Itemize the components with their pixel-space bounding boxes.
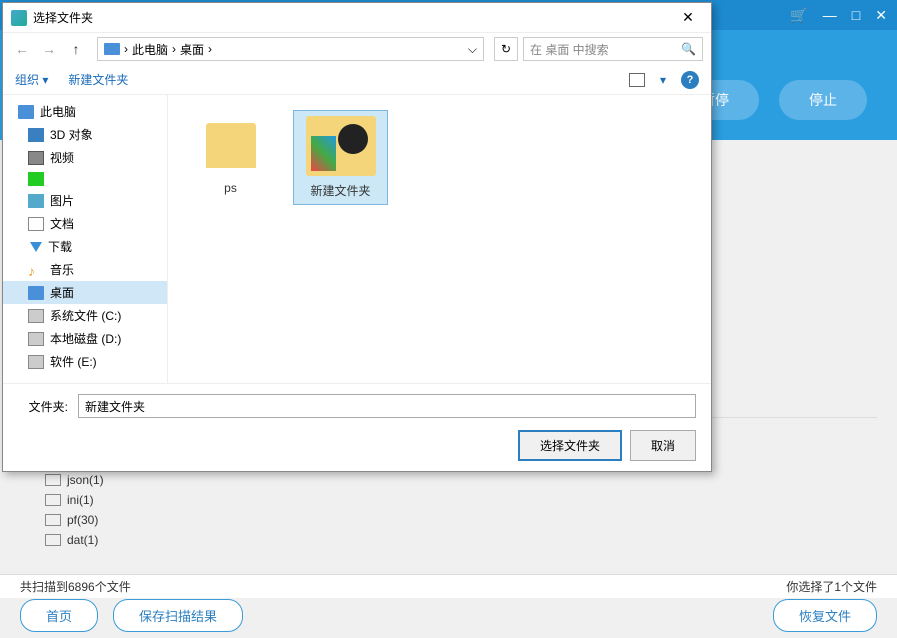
video-icon xyxy=(28,151,44,165)
up-button[interactable]: ↑ xyxy=(65,38,87,60)
bg-sidebar: json(1) ini(1) pf(30) dat(1) xyxy=(40,470,180,550)
tree-this-pc[interactable]: 此电脑 xyxy=(3,100,167,123)
dialog-titlebar: 选择文件夹 ✕ xyxy=(3,3,711,33)
pc-icon xyxy=(104,43,120,55)
sidebar-item-pf[interactable]: pf(30) xyxy=(40,510,180,530)
folder-picker-dialog: 选择文件夹 ✕ ← → ↑ › 此电脑 › 桌面 › ⌵ ↻ 在 桌面 中搜索 … xyxy=(2,2,712,472)
app-icon xyxy=(11,10,27,26)
cart-icon[interactable]: 🛒 xyxy=(790,7,807,24)
file-icon xyxy=(45,514,61,526)
tree-drive-e[interactable]: 软件 (E:) xyxy=(3,350,167,373)
folder-name-input[interactable] xyxy=(78,394,696,418)
status-bar: 共扫描到6896个文件 你选择了1个文件 xyxy=(0,574,897,598)
documents-icon xyxy=(28,217,44,231)
organize-menu[interactable]: 组织 ▾ xyxy=(15,71,48,88)
folder-icon xyxy=(306,116,376,176)
sidebar-item-dat[interactable]: dat(1) xyxy=(40,530,180,550)
pc-icon xyxy=(18,105,34,119)
breadcrumb-sep: › xyxy=(124,42,128,56)
refresh-button[interactable]: ↻ xyxy=(494,37,518,61)
maximize-icon[interactable]: □ xyxy=(852,7,860,23)
search-input[interactable]: 在 桌面 中搜索 🔍 xyxy=(523,37,703,61)
file-icon xyxy=(45,494,61,506)
folder-tree: 此电脑 3D 对象 视频 图片 文档 下载 ♪音乐 桌面 系统文件 (C:) 本… xyxy=(3,95,168,383)
selection-count: 你选择了1个文件 xyxy=(786,578,877,595)
navigation-bar: ← → ↑ › 此电脑 › 桌面 › ⌵ ↻ 在 桌面 中搜索 🔍 xyxy=(3,33,711,65)
tree-videos[interactable]: 视频 xyxy=(3,146,167,169)
forward-button[interactable]: → xyxy=(38,38,60,60)
recover-files-button[interactable]: 恢复文件 xyxy=(773,599,877,632)
disk-icon xyxy=(28,355,44,369)
save-scan-button[interactable]: 保存扫描结果 xyxy=(113,599,243,632)
folder-name-label: 文件夹: xyxy=(18,398,68,415)
pictures-icon xyxy=(28,194,44,208)
dialog-toolbar: 组织 ▾ 新建文件夹 ▾ ? xyxy=(3,65,711,95)
disk-icon xyxy=(28,309,44,323)
search-placeholder: 在 桌面 中搜索 xyxy=(530,41,609,58)
tree-desktop[interactable]: 桌面 xyxy=(3,281,167,304)
tree-music[interactable]: ♪音乐 xyxy=(3,258,167,281)
iqiyi-icon xyxy=(28,172,44,186)
breadcrumb-sep: › xyxy=(172,42,176,56)
address-bar[interactable]: › 此电脑 › 桌面 › ⌵ xyxy=(97,37,484,61)
search-icon: 🔍 xyxy=(681,42,696,56)
tree-drive-d[interactable]: 本地磁盘 (D:) xyxy=(3,327,167,350)
folder-label: ps xyxy=(188,181,273,195)
home-button[interactable]: 首页 xyxy=(20,599,98,632)
music-icon: ♪ xyxy=(28,263,44,277)
minimize-icon[interactable]: — xyxy=(823,7,837,23)
tree-documents[interactable]: 文档 xyxy=(3,212,167,235)
tree-drive-c[interactable]: 系统文件 (C:) xyxy=(3,304,167,327)
cancel-button[interactable]: 取消 xyxy=(630,430,696,461)
tree-downloads[interactable]: 下载 xyxy=(3,235,167,258)
stop-button[interactable]: 停止 xyxy=(779,80,867,120)
tree-iqiyi[interactable] xyxy=(3,169,167,189)
folder-new-folder[interactable]: 新建文件夹 xyxy=(293,110,388,205)
disk-icon xyxy=(28,332,44,346)
dialog-close-button[interactable]: ✕ xyxy=(673,9,703,26)
dialog-body: 此电脑 3D 对象 视频 图片 文档 下载 ♪音乐 桌面 系统文件 (C:) 本… xyxy=(3,95,711,383)
new-folder-button[interactable]: 新建文件夹 xyxy=(68,71,128,88)
3d-icon xyxy=(28,128,44,142)
breadcrumb-sep: › xyxy=(208,42,212,56)
tree-3d-objects[interactable]: 3D 对象 xyxy=(3,123,167,146)
help-icon[interactable]: ? xyxy=(681,71,699,89)
file-icon xyxy=(45,534,61,546)
tree-pictures[interactable]: 图片 xyxy=(3,189,167,212)
address-dropdown-icon[interactable]: ⌵ xyxy=(468,42,477,57)
bottom-toolbar: 首页 保存扫描结果 恢复文件 xyxy=(0,598,897,633)
scan-count: 共扫描到6896个文件 xyxy=(20,578,131,595)
file-icon xyxy=(45,474,61,486)
sidebar-item-json[interactable]: json(1) xyxy=(40,470,180,490)
folder-content: ps 新建文件夹 xyxy=(168,95,711,383)
desktop-icon xyxy=(28,286,44,300)
folder-icon xyxy=(196,115,266,175)
folder-ps[interactable]: ps xyxy=(183,110,278,200)
select-folder-button[interactable]: 选择文件夹 xyxy=(518,430,622,461)
back-button[interactable]: ← xyxy=(11,38,33,60)
view-dropdown-icon[interactable]: ▾ xyxy=(660,73,666,87)
sidebar-item-ini[interactable]: ini(1) xyxy=(40,490,180,510)
dialog-title: 选择文件夹 xyxy=(33,9,93,26)
folder-label: 新建文件夹 xyxy=(299,182,382,199)
breadcrumb-pc[interactable]: 此电脑 xyxy=(132,41,168,58)
dialog-footer: 文件夹: 选择文件夹 取消 xyxy=(3,383,711,471)
downloads-icon xyxy=(30,242,42,252)
view-options-icon[interactable] xyxy=(629,73,645,87)
breadcrumb-desktop[interactable]: 桌面 xyxy=(180,41,204,58)
close-icon[interactable]: ✕ xyxy=(875,7,887,24)
